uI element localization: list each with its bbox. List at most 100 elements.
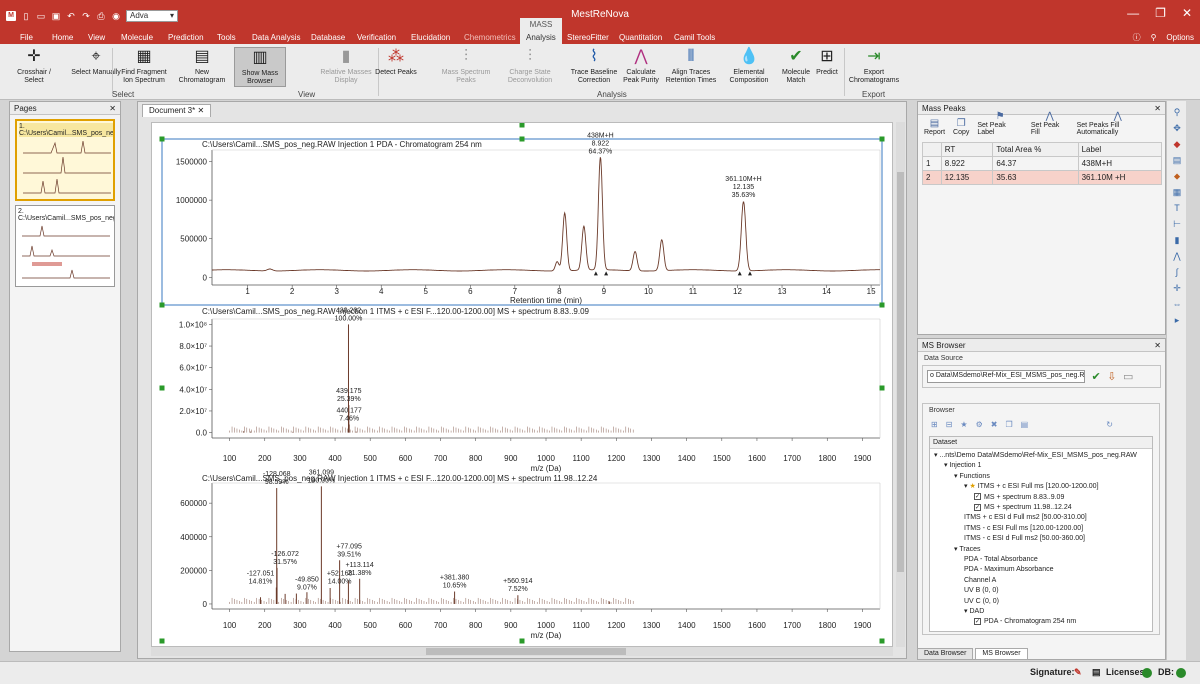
apply-check-icon[interactable]: ✔ <box>1092 370 1101 383</box>
tree-node[interactable]: ▾ Traces <box>954 545 980 554</box>
expand-icon[interactable]: ⊞ <box>931 420 938 429</box>
data-source-input[interactable]: o Data\MSdemo\Ref-Mix_ESI_MSMS_pos_neg.R… <box>927 370 1085 383</box>
panel-close-icon[interactable]: ✕ <box>109 104 116 113</box>
tab-tools[interactable]: Tools <box>217 32 236 44</box>
peaks-icon[interactable]: ⋀ <box>1171 251 1183 263</box>
options-menu[interactable]: Options <box>1166 32 1194 44</box>
tree-node[interactable]: ✓ MS + spectrum 8.83..9.09 <box>974 493 1064 502</box>
tab-quantitation[interactable]: Quantitation <box>619 32 662 44</box>
copy-button[interactable]: ❐ Copy <box>953 118 969 136</box>
tab-molecule[interactable]: Molecule <box>121 32 153 44</box>
tree-node[interactable]: ✓ MS + spectrum 11.98..12.24 <box>974 503 1072 512</box>
scrollbar-thumb[interactable] <box>426 648 626 655</box>
report-button[interactable]: ▤ Report <box>924 118 945 136</box>
export-chromatograms-button[interactable]: ⇥ Export Chromatograms <box>846 47 902 85</box>
tree-node[interactable]: ✓ PDA - Chromatogram 254 nm <box>974 617 1076 626</box>
tab-prediction[interactable]: Prediction <box>168 32 204 44</box>
tab-data-browser[interactable]: Data Browser <box>917 648 974 660</box>
copy-icon[interactable]: ❐ <box>1005 420 1012 429</box>
tab-database[interactable]: Database <box>311 32 345 44</box>
download-icon[interactable]: ⇩ <box>1107 370 1116 383</box>
grid-icon[interactable]: ▦ <box>1171 187 1183 199</box>
text-icon[interactable]: T <box>1171 203 1183 215</box>
collapse-icon[interactable]: ⊟ <box>946 420 953 429</box>
set-peaks-fill-automatically-button[interactable]: ⋀ Set Peaks Fill Automatically <box>1077 111 1159 136</box>
document-tab[interactable]: Document 3* ✕ <box>142 104 212 117</box>
tab-elucidation[interactable]: Elucidation <box>411 32 450 44</box>
cell-rt[interactable]: 8.922 <box>940 156 994 171</box>
tree-node[interactable]: UV B (0, 0) <box>964 586 999 595</box>
new-chromatogram-button[interactable]: ▤ New Chromatogram <box>176 47 228 85</box>
tab-stereofitter[interactable]: StereoFitter <box>567 32 609 44</box>
tree-node[interactable]: ▾ ...nts\Demo Data\MSdemo\Ref-Mix_ESI_MS… <box>934 451 1137 460</box>
tree-node[interactable]: Channel A <box>964 576 996 585</box>
tab-close-icon[interactable]: ✕ <box>197 106 204 115</box>
crosshair-select-button[interactable]: ✛ Crosshair / Select <box>8 47 60 85</box>
tree-node[interactable]: ▾ Functions <box>954 472 990 481</box>
help-icon[interactable]: ⓘ <box>1133 32 1141 44</box>
tab-verification[interactable]: Verification <box>357 32 396 44</box>
cell-area[interactable]: 64.37 <box>992 156 1079 171</box>
settings-icon[interactable]: ⚙ <box>976 420 983 429</box>
tab-home[interactable]: Home <box>52 32 73 44</box>
charge-state-deconvolution-button[interactable]: ⫶ Charge State Deconvolution <box>500 47 560 85</box>
favorite-icon[interactable]: ★ <box>960 420 967 429</box>
color-icon[interactable]: ◆ <box>1171 139 1183 151</box>
refresh-icon[interactable]: ↻ <box>1106 420 1113 429</box>
cell-label[interactable]: 361.10M +H <box>1077 170 1163 185</box>
tab-chemometrics[interactable]: Chemometrics <box>464 32 516 44</box>
tree-checkbox[interactable]: ✓ <box>974 618 981 626</box>
detect-peaks-button[interactable]: ⁂ Detect Peaks <box>370 47 422 77</box>
spectra-canvas[interactable]: C:\Users\Camil...SMS_pos_neg.RAW Injecti… <box>152 123 892 646</box>
integrate-icon[interactable]: ∫ <box>1171 267 1183 279</box>
tool-icon[interactable]: ⬥ <box>1171 171 1183 183</box>
folder-icon[interactable]: ▭ <box>1123 370 1133 383</box>
delete-icon[interactable]: ✖ <box>991 420 998 429</box>
tree-node[interactable]: ITMS + c ESI d Full ms2 [50.00-310.00] <box>964 513 1087 522</box>
table-row[interactable]: 2 12.135 35.63 361.10M +H <box>922 170 1163 185</box>
bars-icon[interactable]: ▮ <box>1171 235 1183 247</box>
tree-node[interactable]: ▾ Injection 1 <box>944 461 981 470</box>
zoom-icon[interactable]: ⚲ <box>1171 107 1183 119</box>
tab-analysis[interactable]: Analysis <box>520 32 562 44</box>
column-header[interactable] <box>922 142 942 157</box>
trace-baseline-correction-button[interactable]: ⌇ Trace Baseline Correction <box>566 47 622 85</box>
tree-checkbox[interactable]: ✓ <box>974 493 981 501</box>
tree-node[interactable]: ITMS - c ESI d Full ms2 [50.00-360.00] <box>964 534 1085 543</box>
file-menu[interactable]: File <box>20 32 33 44</box>
tree-node[interactable]: UV C (0, 0) <box>964 597 999 606</box>
search-icon[interactable]: ⚲ <box>1151 32 1157 44</box>
tree-node[interactable]: PDA - Total Absorbance <box>964 555 1038 564</box>
column-header[interactable]: RT <box>940 142 994 157</box>
notes-icon[interactable]: ▤ <box>1092 667 1101 678</box>
set-peak-label-button[interactable]: ⚑ Set Peak Label <box>977 111 1023 136</box>
select-manually-button[interactable]: ⌖ Select Manually <box>70 47 122 77</box>
show-mass-browser-button[interactable]: ▥ Show Mass Browser <box>234 47 286 87</box>
arrow-icon[interactable]: ▸ <box>1171 315 1183 327</box>
pan-icon[interactable]: ✥ <box>1171 123 1183 135</box>
cell-area[interactable]: 35.63 <box>992 170 1079 185</box>
table-row[interactable]: 1 8.922 64.37 438M+H <box>922 156 1163 171</box>
paste-icon[interactable]: ▤ <box>1021 420 1029 429</box>
mass-spectrum-peaks-button[interactable]: ⫶ Mass Spectrum Peaks <box>440 47 492 85</box>
tree-node[interactable]: PDA - Maximum Absorbance <box>964 565 1053 574</box>
tree-node[interactable]: ▾ DAD <box>964 607 984 616</box>
page-thumbnail-2[interactable]: 2. C:\Users\Camil...SMS_pos_neg <box>15 205 115 287</box>
link-icon[interactable]: ⇔ <box>1171 299 1183 311</box>
tab-ms-browser[interactable]: MS Browser <box>975 648 1028 660</box>
tab-view[interactable]: View <box>88 32 105 44</box>
panel-close-icon[interactable]: ✕ <box>1154 341 1161 350</box>
scrollbar-thumb[interactable] <box>897 172 904 572</box>
calculate-peak-purity-button[interactable]: ⋀ Calculate Peak Purity <box>618 47 664 85</box>
find-fragment-ion-spectrum-button[interactable]: ▦ Find Fragment Ion Spectrum <box>118 47 170 85</box>
page-thumbnail-1[interactable]: 1. C:\Users\Camil...SMS_pos_neg <box>15 119 115 201</box>
minimize-icon[interactable]: — <box>1127 6 1139 20</box>
column-header[interactable]: Label <box>1077 142 1163 157</box>
vertical-scrollbar[interactable] <box>896 122 905 647</box>
horizontal-scrollbar[interactable] <box>151 647 893 656</box>
cursor-icon[interactable]: ✛ <box>1171 283 1183 295</box>
cell-label[interactable]: 438M+H <box>1077 156 1163 171</box>
properties-icon[interactable]: ▤ <box>1171 155 1183 167</box>
elemental-composition-button[interactable]: 💧 Elemental Composition <box>724 47 774 85</box>
tree-node[interactable]: ITMS - c ESI Full ms [120.00-1200.00] <box>964 524 1083 533</box>
